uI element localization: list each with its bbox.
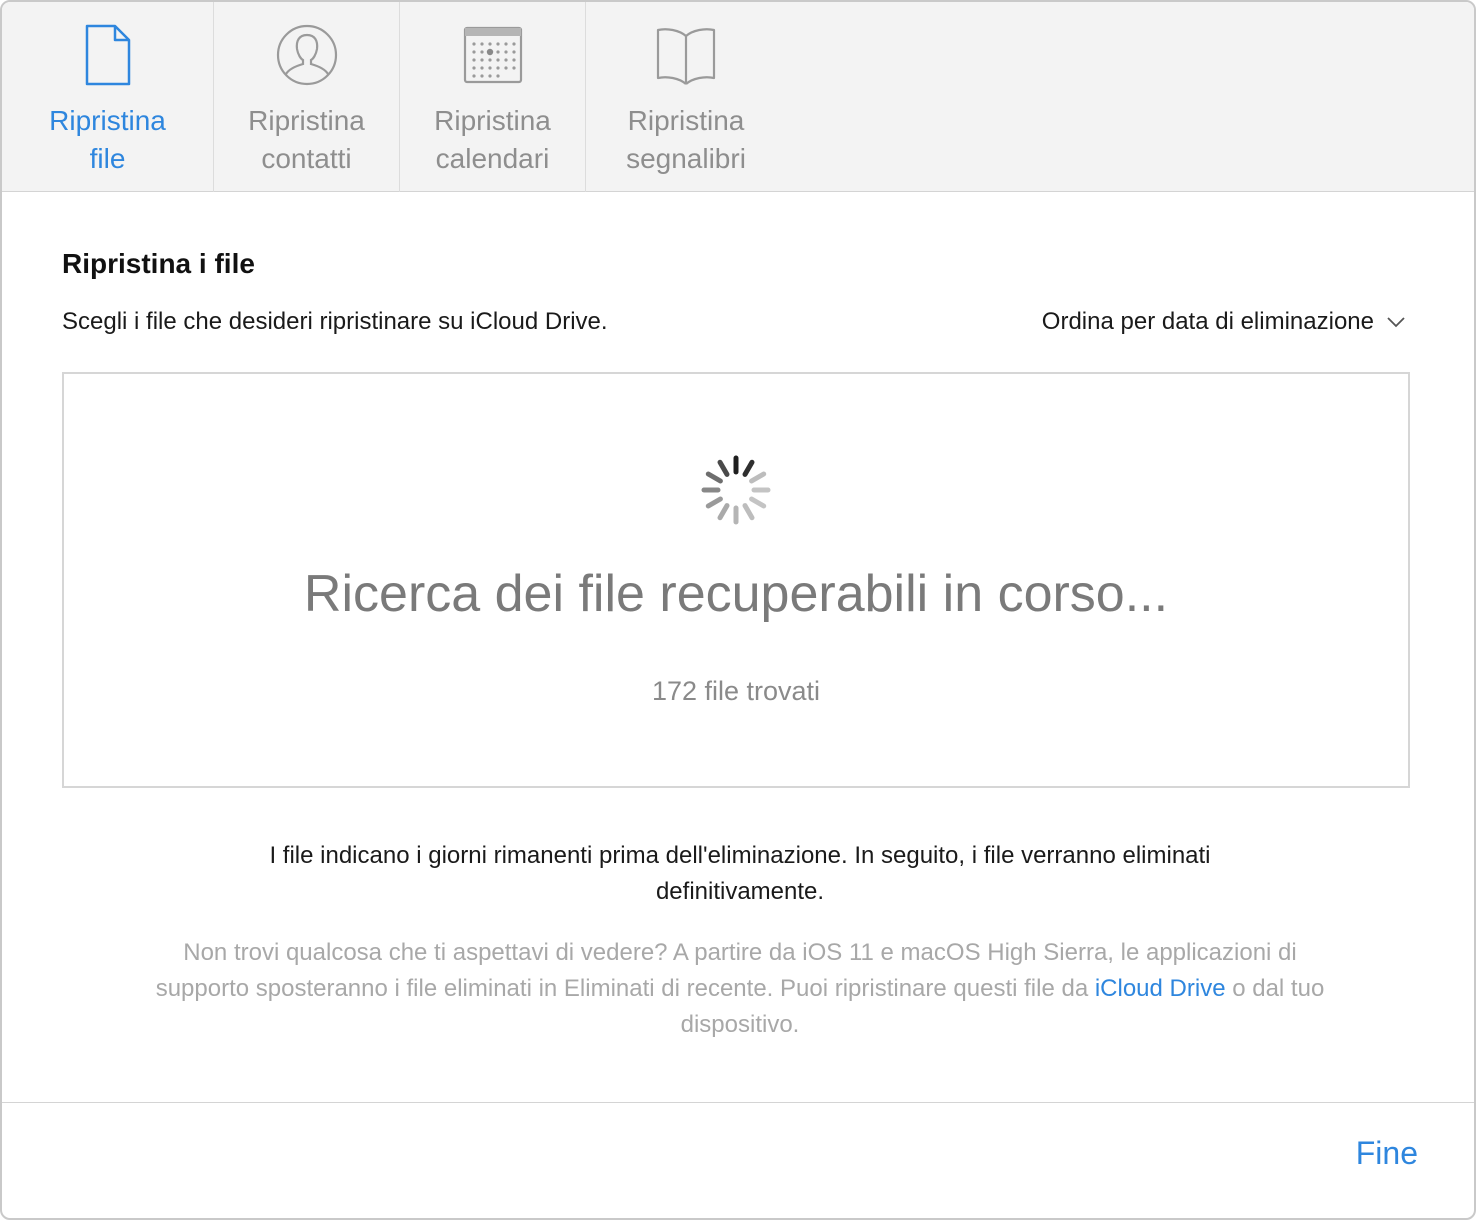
tab-label: Ripristina contatti <box>248 105 365 174</box>
tab-label: Ripristina calendari <box>434 105 551 174</box>
tab-label: Ripristina segnalibri <box>626 105 746 174</box>
restore-files-dialog: Ripristina file Ripristina contatti Ripr… <box>0 0 1476 1220</box>
tab-restore-calendars[interactable]: Ripristina calendari <box>400 2 586 192</box>
restore-toolbar: Ripristina file Ripristina contatti Ripr… <box>2 2 1474 192</box>
contact-icon <box>274 22 340 88</box>
found-count-text: 172 file trovati <box>651 676 821 706</box>
section-title: Ripristina i file <box>62 248 255 279</box>
tab-restore-files[interactable]: Ripristina file <box>2 2 214 192</box>
section-subtitle: Scegli i file che desideri ripristinare … <box>62 308 608 335</box>
loading-spinner-icon <box>698 452 774 528</box>
tab-restore-contacts[interactable]: Ripristina contatti <box>214 2 400 192</box>
chevron-down-icon <box>1374 308 1406 336</box>
deletion-info-text: I file indicano i giorni rimanenti prima… <box>269 842 1211 905</box>
sort-label: Ordina per data di eliminazione <box>1041 308 1374 335</box>
calendar-icon <box>460 22 526 88</box>
hint-text: Non trovi qualcosa che ti aspettavi di v… <box>152 935 1328 1043</box>
tab-label: Ripristina file <box>49 105 166 174</box>
bookmark-book-icon <box>653 22 719 88</box>
tab-restore-bookmarks[interactable]: Ripristina segnalibri <box>586 2 786 192</box>
search-status-text: Ricerca dei file recuperabili in corso..… <box>303 565 1169 623</box>
icloud-drive-link[interactable]: iCloud Drive <box>1095 975 1226 1002</box>
file-results-panel: Ricerca dei file recuperabili in corso..… <box>62 372 1410 788</box>
document-icon <box>75 22 141 88</box>
sort-dropdown[interactable]: Ordina per data di eliminazione <box>1042 308 1406 336</box>
done-button[interactable]: Fine <box>1356 1135 1418 1172</box>
dialog-footer: Fine <box>2 1102 1474 1218</box>
